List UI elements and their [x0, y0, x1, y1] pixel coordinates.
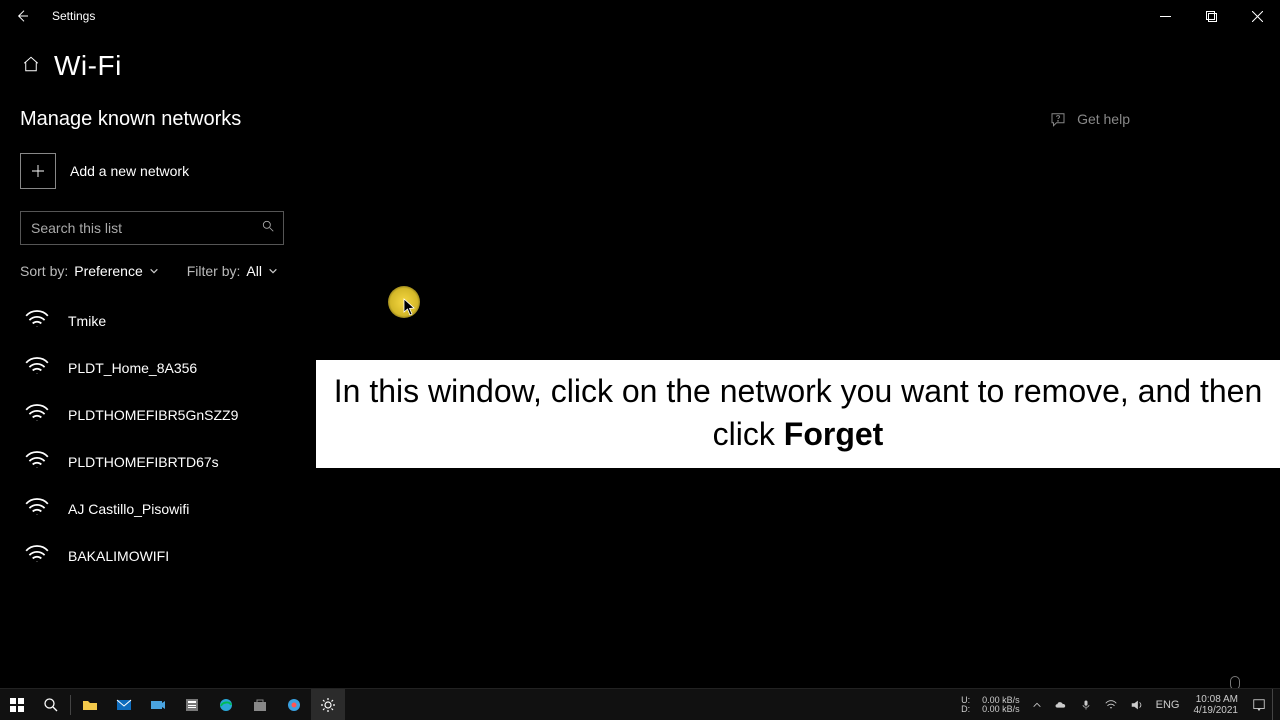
tray-clock[interactable]: 10:08 AM 4/19/2021 [1186, 694, 1247, 716]
tray-onedrive[interactable] [1048, 689, 1074, 720]
network-item[interactable]: AJ Castillo_Pisowifi [20, 485, 1280, 532]
wifi-icon [24, 354, 50, 381]
tray-notifications[interactable] [1246, 689, 1272, 720]
plus-box [20, 153, 56, 189]
search-input[interactable] [31, 220, 261, 236]
titlebar-left: Settings [0, 0, 95, 32]
taskbar-separator [70, 695, 71, 715]
sort-label: Sort by: [20, 263, 68, 279]
network-name: AJ Castillo_Pisowifi [68, 501, 189, 517]
tray-wifi[interactable] [1098, 689, 1124, 720]
taskbar-left [0, 689, 345, 720]
wifi-icon [24, 448, 50, 475]
sort-filter-bar: Sort by: Preference Filter by: All [20, 263, 1280, 279]
search-icon [261, 219, 275, 238]
instruction-overlay: In this window, click on the network you… [316, 360, 1280, 468]
maximize-button[interactable] [1188, 0, 1234, 32]
net-down-value: 0.00 kB/s [982, 704, 1020, 714]
wifi-icon [24, 307, 50, 334]
edge-icon [218, 697, 234, 713]
taskbar-mail[interactable] [107, 689, 141, 720]
sort-value: Preference [74, 263, 142, 279]
close-icon [1252, 11, 1263, 22]
taskbar-news[interactable] [175, 689, 209, 720]
taskbar-net-meter[interactable]: U: D: [955, 696, 976, 714]
titlebar: Settings [0, 0, 1280, 32]
add-network-button[interactable]: Add a new network [20, 153, 189, 189]
instruction-bold: Forget [784, 416, 884, 452]
filter-by-dropdown[interactable]: Filter by: All [187, 263, 278, 279]
mic-icon [1080, 699, 1092, 711]
clock-date: 4/19/2021 [1194, 705, 1239, 716]
chevron-down-icon [268, 263, 278, 279]
taskbar-net-values[interactable]: 0.00 kB/s 0.00 kB/s [976, 696, 1026, 714]
wifi-icon [24, 542, 50, 569]
windows-icon [9, 697, 25, 713]
main-content: Manage known networks Add a new network … [0, 82, 1280, 579]
taskbar-settings[interactable] [311, 689, 345, 720]
wifi-icon [24, 401, 50, 428]
network-name: BAKALIMOWIFI [68, 548, 169, 564]
start-button[interactable] [0, 689, 34, 720]
cloud-icon [1054, 698, 1068, 712]
show-desktop-button[interactable] [1272, 689, 1280, 720]
tray-mic[interactable] [1074, 689, 1098, 720]
taskbar-browser[interactable] [277, 689, 311, 720]
chat-help-icon [1049, 110, 1067, 128]
net-down-label: D: [961, 704, 970, 714]
search-icon [43, 697, 59, 713]
network-name: Tmike [68, 313, 106, 329]
network-name: PLDT_Home_8A356 [68, 360, 197, 376]
mail-icon [116, 697, 132, 713]
cursor-pointer-icon [403, 298, 417, 321]
taskbar-edge[interactable] [209, 689, 243, 720]
back-button[interactable] [0, 0, 44, 32]
search-taskbar-button[interactable] [34, 689, 68, 720]
taskbar-file-explorer[interactable] [73, 689, 107, 720]
network-name: PLDTHOMEFIBRTD67s [68, 454, 219, 470]
language-label: ENG [1156, 699, 1180, 711]
search-box[interactable] [20, 211, 284, 245]
globe-icon [286, 697, 302, 713]
taskbar-right: U: D: 0.00 kB/s 0.00 kB/s ENG 10:08 AM 4… [955, 689, 1280, 720]
home-icon[interactable] [22, 55, 40, 78]
wifi-icon [24, 495, 50, 522]
chevron-up-icon [1032, 700, 1042, 710]
tray-language[interactable]: ENG [1150, 689, 1186, 720]
gear-icon [320, 697, 336, 713]
get-help-link[interactable]: Get help [1049, 110, 1130, 128]
taskbar-camera[interactable] [141, 689, 175, 720]
camera-icon [150, 697, 166, 713]
sort-by-dropdown[interactable]: Sort by: Preference [20, 263, 159, 279]
arrow-left-icon [14, 8, 30, 24]
plus-icon [29, 162, 47, 180]
minimize-icon [1160, 11, 1171, 22]
filter-label: Filter by: [187, 263, 241, 279]
add-network-label: Add a new network [70, 163, 189, 179]
close-button[interactable] [1234, 0, 1280, 32]
tray-volume[interactable] [1124, 689, 1150, 720]
clock-time: 10:08 AM [1196, 694, 1238, 705]
chevron-down-icon [149, 263, 159, 279]
network-name: PLDTHOMEFIBR5GnSZZ9 [68, 407, 238, 423]
taskbar-store[interactable] [243, 689, 277, 720]
get-help-label: Get help [1077, 111, 1130, 127]
filter-value: All [246, 263, 262, 279]
folder-icon [82, 697, 98, 713]
page-header: Wi-Fi [0, 32, 1280, 82]
wifi-icon [1104, 698, 1118, 712]
volume-icon [1130, 698, 1144, 712]
minimize-button[interactable] [1142, 0, 1188, 32]
maximize-icon [1206, 11, 1217, 22]
window-title: Settings [52, 9, 95, 23]
network-item[interactable]: Tmike [20, 297, 1280, 344]
notification-icon [1252, 698, 1266, 712]
news-icon [184, 697, 200, 713]
store-icon [252, 697, 268, 713]
network-item[interactable]: BAKALIMOWIFI [20, 532, 1280, 579]
window-controls [1142, 0, 1280, 32]
tray-chevron[interactable] [1026, 689, 1048, 720]
page-title: Wi-Fi [54, 50, 122, 82]
taskbar: U: D: 0.00 kB/s 0.00 kB/s ENG 10:08 AM 4… [0, 688, 1280, 720]
